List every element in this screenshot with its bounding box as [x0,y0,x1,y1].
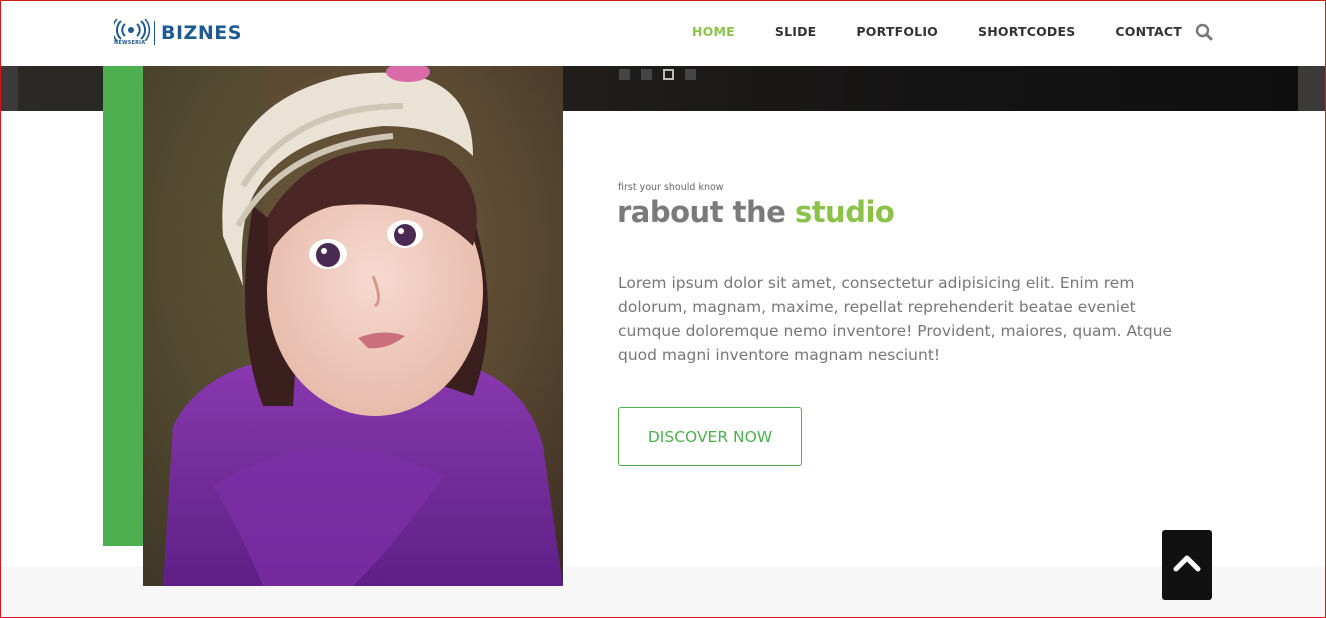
slider-edge-left [0,66,18,111]
nav-item-shortcodes[interactable]: SHORTCODES [978,24,1075,39]
section-title-accent: studio [794,195,895,229]
slider-pagination [619,69,707,80]
site-header: NEWSERIA BIZNES HOME SLIDE PORTFOLIO SHO… [0,0,1326,66]
section-kicker: first your should know [618,182,724,193]
discover-now-button[interactable]: DISCOVER NOW [618,407,802,466]
slider-dot-2[interactable] [641,69,652,80]
section-title-main: rabout the [617,195,795,229]
nav-item-home[interactable]: HOME [692,24,735,39]
child-portrait-image [143,66,563,586]
slider-dot-4[interactable] [685,69,696,80]
main-navigation: HOME SLIDE PORTFOLIO SHORTCODES CONTACT [692,24,1222,39]
logo-subtext: NEWSERIA [114,40,146,46]
brand-logo[interactable]: NEWSERIA BIZNES [114,18,242,48]
nav-item-contact[interactable]: CONTACT [1115,24,1182,39]
decorative-green-bar [103,66,147,546]
slider-dot-1[interactable] [619,69,630,80]
search-icon[interactable] [1195,23,1213,41]
scroll-to-top-button[interactable] [1162,530,1212,600]
chevron-up-icon [1173,553,1201,577]
logo-divider [154,21,155,45]
nav-item-portfolio[interactable]: PORTFOLIO [856,24,938,39]
slider-dot-3-active[interactable] [663,69,674,80]
section-body-text: Lorem ipsum dolor sit amet, consectetur … [618,274,1173,364]
logo-wordmark: BIZNES [161,22,242,44]
slider-edge-right [1298,66,1326,111]
nav-item-slide[interactable]: SLIDE [775,24,817,39]
signal-waves-icon: NEWSERIA [114,19,152,47]
section-title: rabout the studio [617,195,895,229]
